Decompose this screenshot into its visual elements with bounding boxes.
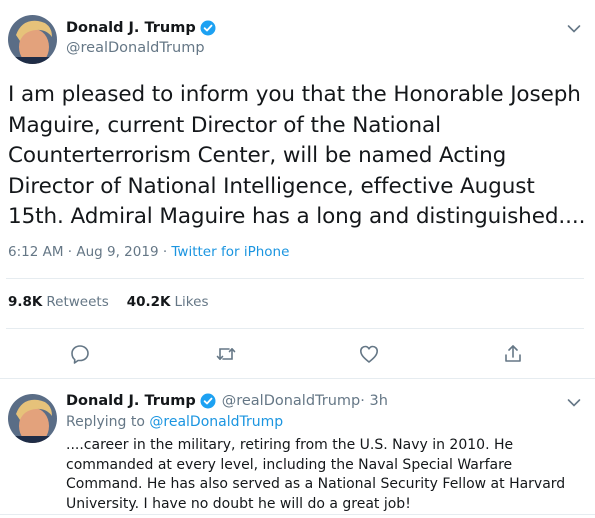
retweets-stat[interactable]: 9.8K Retweets — [8, 294, 109, 310]
author-handle[interactable]: @realDonaldTrump — [66, 40, 205, 56]
avatar[interactable] — [8, 394, 57, 443]
author-name-row[interactable]: Donald J. Trump — [66, 20, 216, 36]
likes-count: 40.2K — [126, 294, 171, 310]
tweet-timestamp[interactable]: 6:12 AM · Aug 9, 2019 · — [8, 244, 171, 260]
author-display-name[interactable]: Donald J. Trump — [66, 20, 196, 36]
reply-text: ....career in the military, retiring fro… — [66, 437, 566, 512]
likes-stat[interactable]: 40.2K Likes — [127, 294, 209, 310]
verified-badge-icon — [200, 20, 216, 36]
retweets-label: Retweets — [46, 294, 109, 310]
tweet-stats: 9.8K Retweets 40.2K Likes — [8, 294, 226, 310]
verified-badge-icon — [200, 393, 216, 409]
divider — [0, 378, 595, 379]
chevron-down-icon[interactable] — [567, 398, 581, 408]
share-icon[interactable] — [501, 342, 525, 366]
replying-to-handle[interactable]: @realDonaldTrump — [149, 414, 283, 430]
tweet-text: I am pleased to inform you that the Hono… — [8, 82, 586, 229]
tweet-source[interactable]: Twitter for iPhone — [171, 244, 289, 260]
reply-icon[interactable] — [68, 342, 92, 366]
like-icon[interactable] — [357, 342, 381, 366]
reply-author-row: Donald J. Trump @realDonaldTrump · 3h — [66, 393, 388, 409]
author-handle-row: @realDonaldTrump — [66, 40, 205, 56]
avatar[interactable] — [8, 15, 57, 64]
chevron-down-icon[interactable] — [567, 24, 581, 34]
replying-to: Replying to @realDonaldTrump — [66, 414, 283, 430]
retweets-count: 9.8K — [8, 294, 43, 310]
tweet-age[interactable]: · 3h — [360, 393, 388, 409]
divider — [6, 328, 584, 329]
divider — [6, 278, 584, 279]
likes-label: Likes — [174, 294, 209, 310]
author-display-name[interactable]: Donald J. Trump — [66, 393, 196, 409]
author-handle[interactable]: @realDonaldTrump — [222, 393, 361, 409]
tweet-meta: 6:12 AM · Aug 9, 2019 · Twitter for iPho… — [8, 244, 289, 260]
retweet-icon[interactable] — [214, 342, 238, 366]
replying-to-label: Replying to — [66, 414, 150, 430]
main-tweet: Donald J. Trump @realDonaldTrump I am pl… — [0, 0, 595, 378]
divider — [0, 514, 595, 515]
